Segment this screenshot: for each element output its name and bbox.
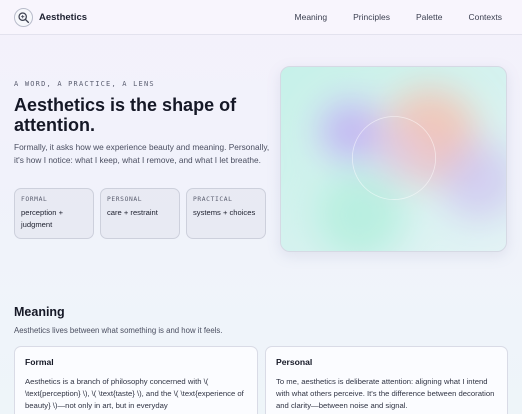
magnifier-icon <box>18 12 30 24</box>
card-label: PRACTICAL <box>193 196 233 203</box>
formal-panel: Formal Aesthetics is a branch of philoso… <box>14 346 258 414</box>
panel-text: Aesthetics is a branch of philosophy con… <box>25 377 244 410</box>
card-value: care + restraint <box>107 208 158 217</box>
nav-link-principles[interactable]: Principles <box>353 12 390 22</box>
nav-link-palette[interactable]: Palette <box>416 12 442 22</box>
hero-cards: FORMAL perception + judgment PERSONAL ca… <box>14 188 266 239</box>
card-value: systems + choices <box>193 208 256 217</box>
card-value: perception + judgment <box>21 208 64 229</box>
logo[interactable] <box>14 8 33 27</box>
nav-link-meaning[interactable]: Meaning <box>295 12 328 22</box>
brand-name[interactable]: Aesthetics <box>39 12 87 23</box>
hero-gradient-visual <box>280 66 507 252</box>
card-label: PERSONAL <box>107 196 143 203</box>
page: Aesthetics Meaning Principles Palette Co… <box>0 0 522 414</box>
meaning-section-subtitle: Aesthetics lives between what something … <box>14 326 223 335</box>
hero-title: Aesthetics is the shape of attention. <box>14 95 237 135</box>
meaning-section-title: Meaning <box>14 305 65 319</box>
site-header: Aesthetics Meaning Principles Palette Co… <box>0 0 522 35</box>
personal-panel: Personal To me, aesthetics is deliberate… <box>265 346 508 414</box>
card-practical: PRACTICAL systems + choices <box>186 188 266 239</box>
panel-title: Personal <box>276 357 313 367</box>
main-nav: Meaning Principles Palette Contexts <box>269 12 502 22</box>
card-label: FORMAL <box>21 196 48 203</box>
hero-description: Formally, it asks how we experience beau… <box>14 142 270 165</box>
hero-eyebrow: A WORD, A PRACTICE, A LENS <box>14 80 155 88</box>
card-personal: PERSONAL care + restraint <box>100 188 180 239</box>
nav-link-contexts[interactable]: Contexts <box>468 12 502 22</box>
panel-text: To me, aesthetics is deliberate attentio… <box>276 377 495 410</box>
panel-title: Formal <box>25 357 54 367</box>
card-formal: FORMAL perception + judgment <box>14 188 94 239</box>
